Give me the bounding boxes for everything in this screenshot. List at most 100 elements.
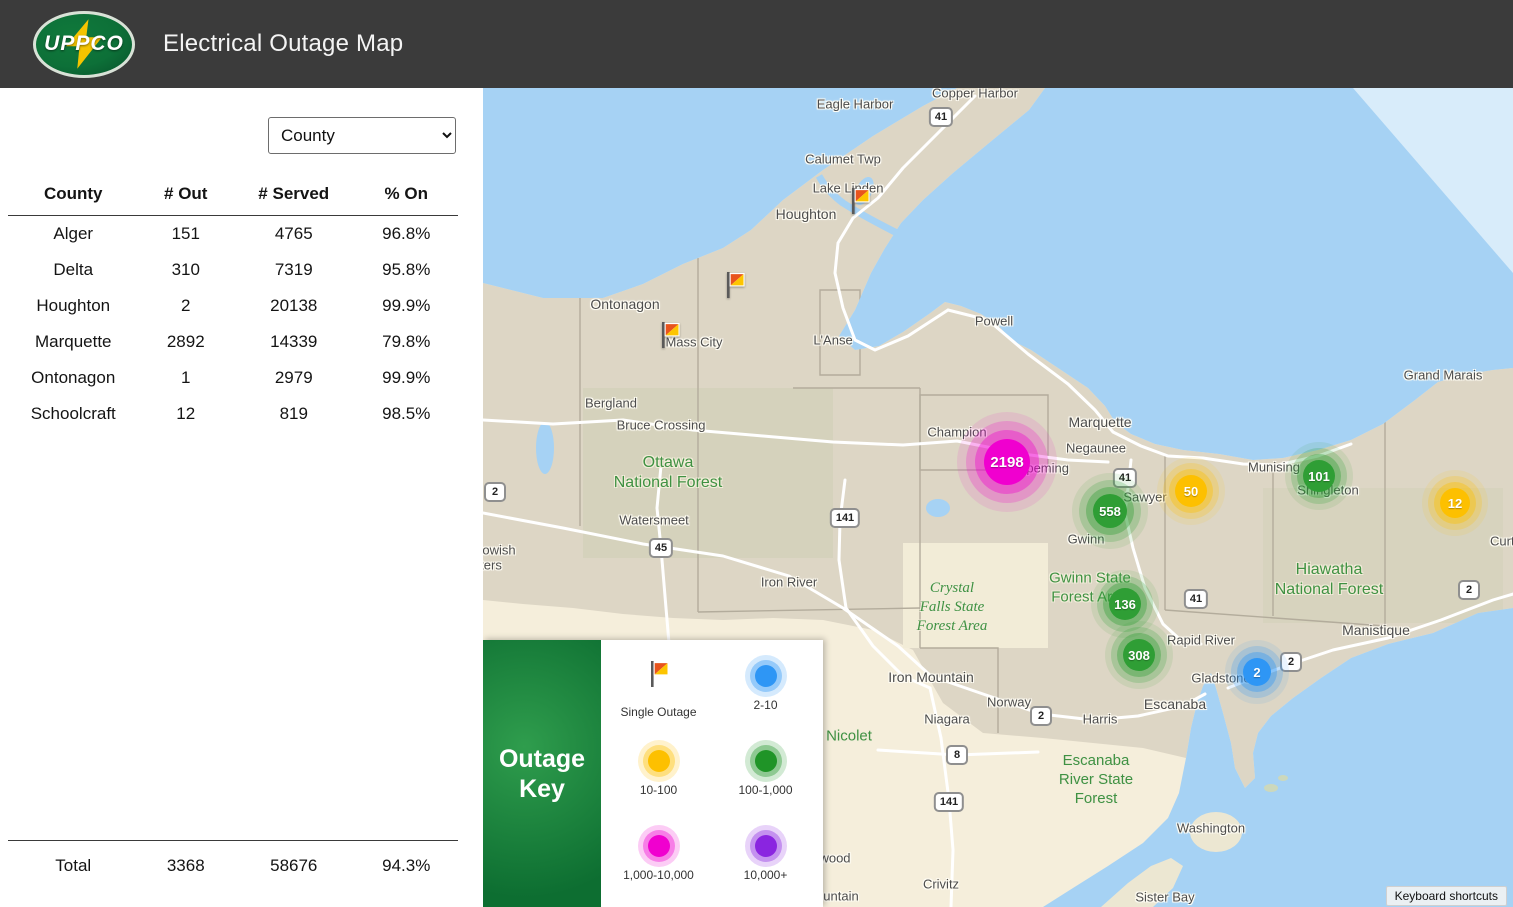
map-town-label: Escanaba [1143,696,1207,712]
table-cell: 310 [171,260,200,279]
legend-item: 100-1,000 [712,731,819,816]
cluster-circle-icon [754,835,777,857]
table-cell: 151 [171,224,200,243]
map-town-label: Harris [1082,711,1118,727]
map-town-label: Niagara [924,711,970,727]
table-cell: Ontonagon [31,368,116,387]
uppco-logo: UPPCO [33,10,135,78]
single-outage-flag-icon [646,659,672,694]
map-town-label: Negaunee [1066,440,1126,456]
table-cell: 819 [279,404,308,423]
map-town-label: Norway [986,694,1032,710]
keyboard-shortcuts-button[interactable]: Keyboard shortcuts [1385,886,1507,906]
map-town-label: Iron Mountain [888,669,974,685]
map-forest-label: Nicolet [826,727,872,745]
col-header-served: # Served [233,178,355,216]
outage-cluster[interactable]: 12 [1440,488,1470,518]
table-header-row: County # Out # Served % On [8,178,458,216]
single-outage-flag[interactable] [722,270,748,305]
map-town-label: Munising [1247,459,1301,475]
map-town-label: Sister Bay [1135,889,1195,905]
route-shield: 141 [829,508,861,528]
map-town-label: owish [483,542,516,558]
map-town-label: Calumet Twp [805,151,881,167]
table-cell: 98.5% [382,404,431,423]
table-cell: 2892 [166,332,205,351]
table-cell: 95.8% [382,260,431,279]
outage-cluster[interactable]: 101 [1303,460,1335,492]
col-header-county: County [8,178,139,216]
legend-item: 2-10 [712,646,819,731]
route-shield: 41 [1183,589,1209,609]
map-town-label: Houghton [775,206,837,222]
legend-items: Single Outage 2-10 10-100 100-1,000 1,000-10… [601,640,823,907]
map-forest-label: Crystal Falls State Forest Area [916,579,988,634]
outage-table-body: Alger 151 4765 96.8% Delta 310 7319 95.8% Hought… [8,216,458,433]
map-town-label: Crivitz [922,876,960,892]
outage-cluster[interactable]: 308 [1123,639,1155,671]
map-town-label: Copper Harbor [932,88,1018,101]
table-cell: Schoolcraft [30,404,116,423]
total-row: Total 3368 58676 94.3% [8,840,458,876]
table-cell: 14339 [270,332,318,351]
map-town-label: Washington [1176,820,1246,836]
single-outage-flag[interactable] [847,186,873,221]
legend-item: Single Outage [605,646,712,731]
table-cell: 96.8% [382,224,431,243]
table-cell: Delta [53,260,94,279]
view-select[interactable]: County [268,117,456,154]
table-row: Delta 310 7319 95.8% [8,252,458,288]
legend-title-panel: Outage Key [483,640,601,907]
outage-map[interactable]: Copper Harbor Eagle Harbor Calumet Twp Lake… [483,88,1513,907]
table-row: Ontonagon 1 2979 99.9% [8,360,458,396]
table-row: Schoolcraft 12 819 98.5% [8,396,458,432]
route-shield: 141 [933,792,965,812]
map-town-label: Powell [974,313,1014,329]
outage-cluster[interactable]: 136 [1109,588,1141,620]
page-title: Electrical Outage Map [163,30,404,57]
table-cell: 99.9% [382,296,431,315]
col-header-pct-on: % On [354,178,458,216]
map-town-label: Marquette [1068,414,1132,430]
map-town-label: Rapid River [1167,632,1235,648]
table-cell: 79.8% [382,332,431,351]
cluster-circle-icon [754,750,777,772]
table-cell: 7319 [274,260,313,279]
route-shield: 45 [648,538,674,558]
table-cell: 20138 [270,296,318,315]
table-row: Alger 151 4765 96.8% [8,216,458,253]
route-shield: 41 [928,107,954,127]
legend-item: 10-100 [605,731,712,816]
map-town-label: untain [823,888,859,904]
table-cell: 99.9% [382,368,431,387]
map-town-label: Gwinn [1067,531,1105,547]
map-town-label: Sawyer [1123,489,1167,505]
table-cell: 4765 [274,224,313,243]
total-pct-on: 94.3% [382,856,431,875]
map-town-label: Iron River [760,574,818,590]
outage-cluster[interactable]: 2 [1243,658,1271,686]
col-header-out: # Out [138,178,233,216]
legend-item-label: Single Outage [620,704,697,719]
total-out: 3368 [166,856,205,875]
table-cell: 2979 [274,368,313,387]
outage-cluster[interactable]: 558 [1093,494,1127,528]
outage-cluster[interactable]: 50 [1175,475,1207,507]
cluster-circle-icon [647,750,670,772]
map-town-label: Eagle Harbor [816,96,894,112]
total-served: 58676 [270,856,318,875]
legend-title: Outage Key [498,744,586,803]
map-town-label: Manistique [1342,622,1410,638]
map-forest-label: Escanaba River State Forest [1058,751,1134,807]
map-town-label: Ontonagon [590,296,660,312]
table-cell: 12 [176,404,196,423]
total-label: Total [55,856,92,875]
outage-cluster[interactable]: 2198 [984,439,1030,485]
table-cell: 1 [181,368,191,387]
cluster-circle-icon [647,835,670,857]
map-town-label: wood [819,850,851,866]
map-forest-label: Hiawatha National Forest [1274,561,1384,598]
sidebar: County County # Out # Served % On Alger 1… [0,88,483,907]
map-town-label: L'Anse [813,332,853,348]
single-outage-flag[interactable] [657,320,683,355]
